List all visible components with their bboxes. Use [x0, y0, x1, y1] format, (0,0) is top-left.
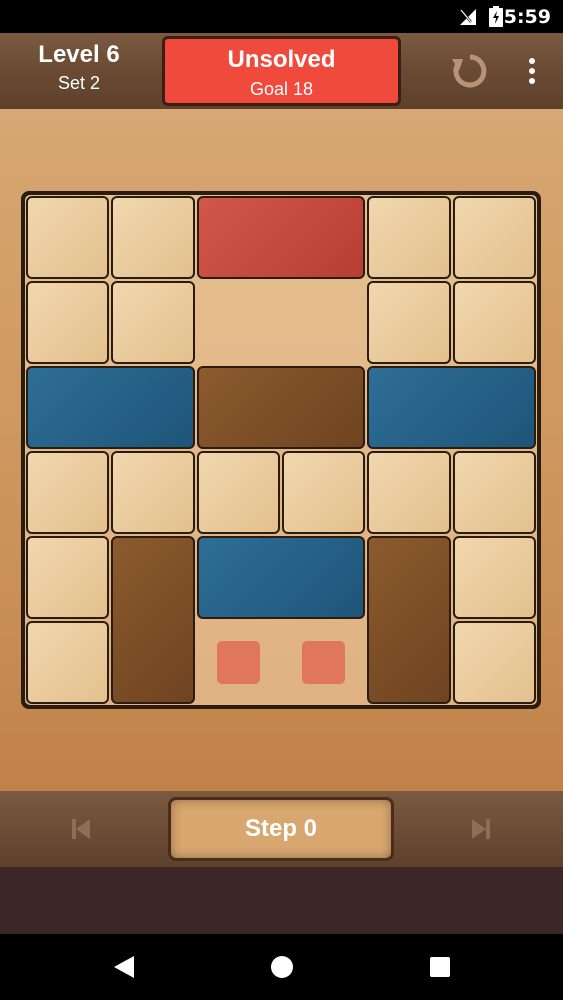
light-block[interactable]	[452, 196, 536, 279]
light-block[interactable]	[452, 451, 536, 534]
previous-step-icon[interactable]	[68, 815, 94, 843]
board-floor	[25, 195, 537, 705]
recents-icon[interactable]	[430, 957, 450, 977]
red-block[interactable]	[196, 196, 366, 279]
blue-block[interactable]	[367, 366, 536, 449]
light-block[interactable]	[196, 451, 280, 534]
light-block[interactable]	[452, 621, 536, 704]
light-block[interactable]	[26, 451, 110, 534]
step-controls: Step 0	[0, 791, 563, 867]
goal-moves: Goal 18	[249, 79, 314, 99]
bottom-panel	[0, 867, 563, 934]
light-block[interactable]	[26, 196, 110, 279]
light-block[interactable]	[111, 196, 195, 279]
light-block[interactable]	[282, 451, 366, 534]
goal-target-marker	[302, 641, 346, 684]
level-title: Level 6	[38, 41, 120, 68]
blue-block[interactable]	[196, 536, 366, 619]
back-icon[interactable]	[112, 954, 136, 980]
light-block[interactable]	[26, 281, 110, 364]
goal-target-marker	[216, 641, 260, 684]
light-block[interactable]	[111, 281, 195, 364]
brown-block[interactable]	[196, 366, 366, 449]
brown-block[interactable]	[111, 536, 195, 704]
game-header: Level 6 Set 2 Unsolved Goal 18	[0, 33, 563, 109]
light-block[interactable]	[367, 196, 451, 279]
step-counter-button[interactable]: Step 0	[168, 797, 394, 861]
no-signal-icon	[460, 9, 476, 25]
system-navigation-bar	[0, 934, 563, 1000]
reset-icon[interactable]	[450, 51, 490, 91]
light-block[interactable]	[452, 536, 536, 619]
status-bar: 5:59	[0, 0, 563, 33]
play-area	[0, 109, 563, 791]
light-block[interactable]	[26, 621, 110, 704]
puzzle-status-panel: Unsolved Goal 18	[162, 36, 401, 106]
light-block[interactable]	[367, 451, 451, 534]
home-icon[interactable]	[270, 955, 294, 979]
battery-charging-icon	[489, 6, 503, 27]
overflow-menu-icon[interactable]	[520, 55, 544, 87]
level-set: Set 2	[57, 73, 101, 93]
blue-block[interactable]	[26, 366, 195, 449]
brown-block[interactable]	[367, 536, 451, 704]
next-step-icon[interactable]	[468, 815, 494, 843]
light-block[interactable]	[26, 536, 110, 619]
clock: 5:59	[503, 6, 551, 28]
light-block[interactable]	[111, 451, 195, 534]
light-block[interactable]	[367, 281, 451, 364]
light-block[interactable]	[452, 281, 536, 364]
puzzle-board	[21, 191, 541, 709]
level-info: Level 6 Set 2	[14, 41, 144, 94]
puzzle-status: Unsolved	[227, 46, 336, 73]
